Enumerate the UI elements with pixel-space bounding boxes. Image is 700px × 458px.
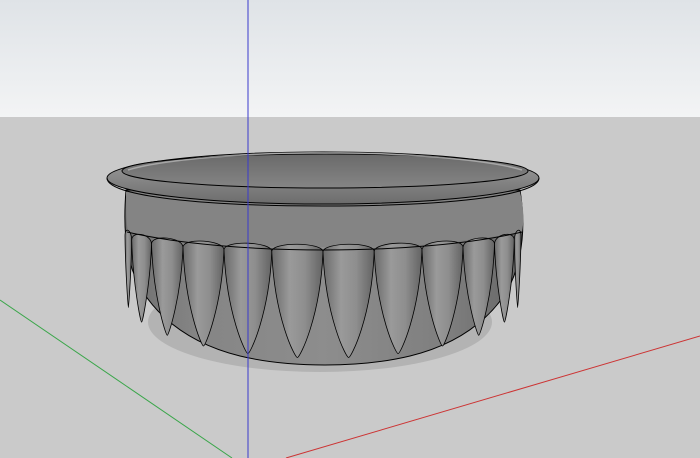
modeling-viewport[interactable]	[0, 0, 700, 458]
bowl-opening	[121, 153, 529, 189]
3d-scene[interactable]	[0, 0, 700, 458]
sky-background	[0, 0, 700, 118]
